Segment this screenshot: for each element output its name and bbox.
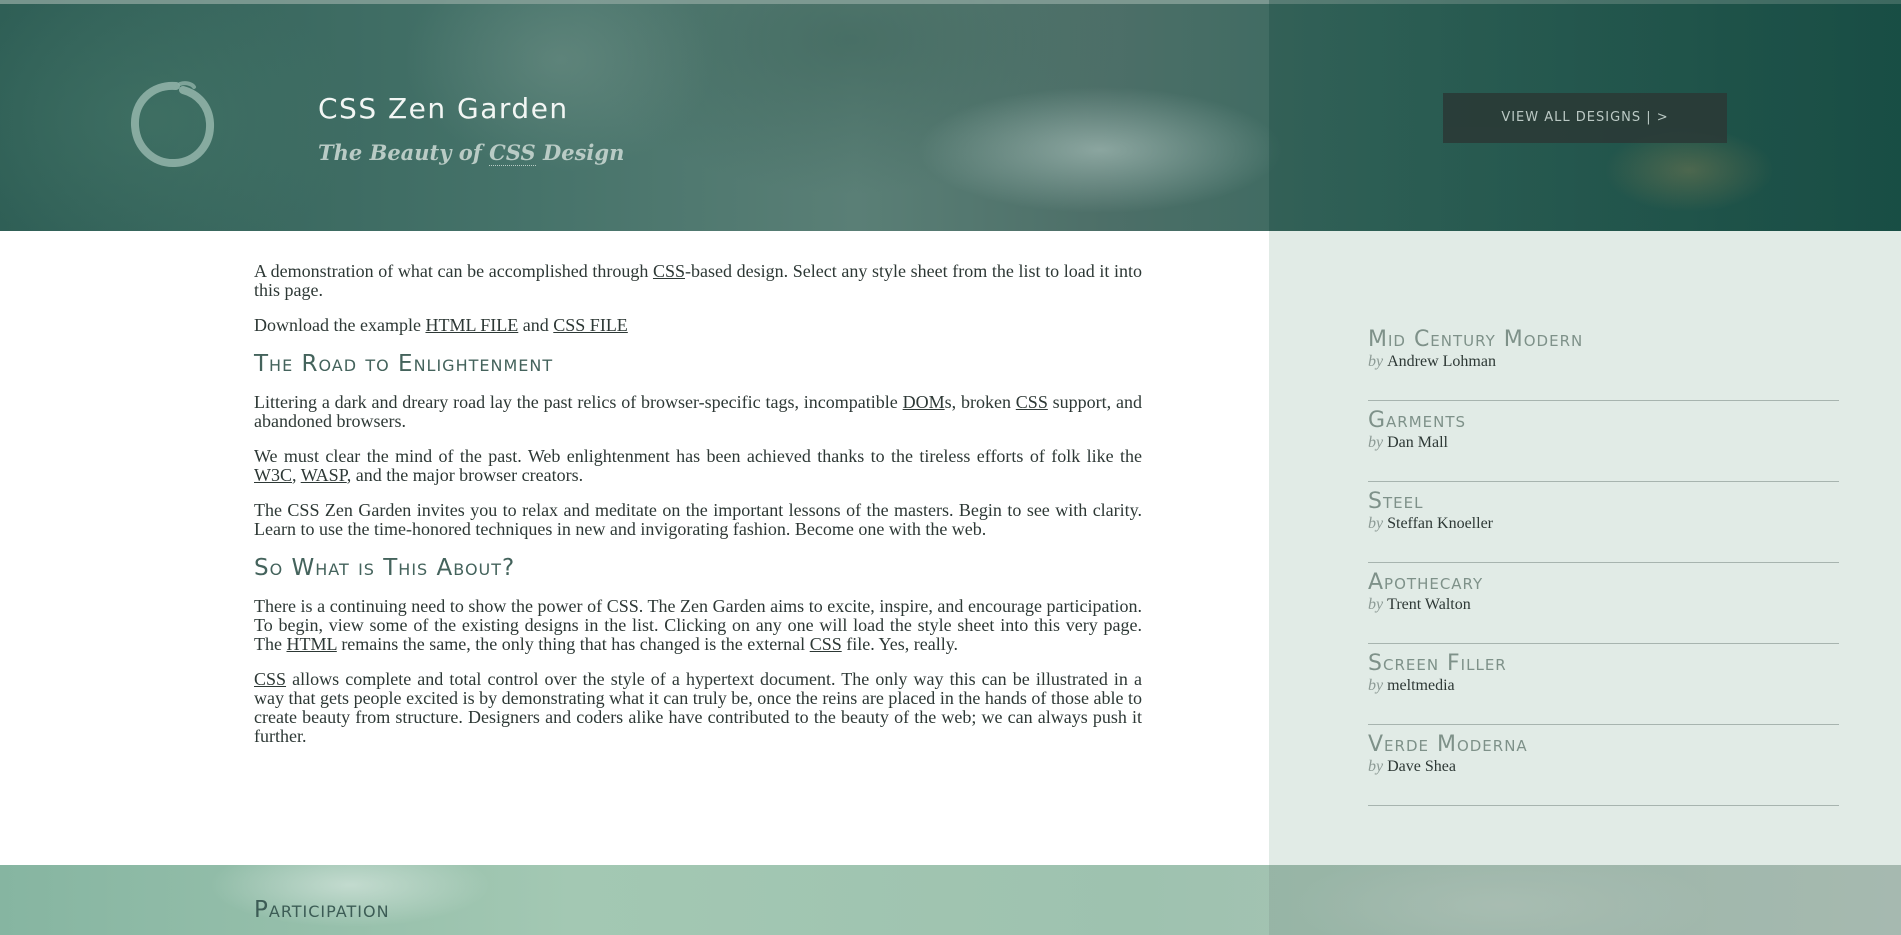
enso-circle-icon: [131, 81, 215, 167]
list-item: Garments by Dan Mall: [1368, 402, 1839, 482]
design-author: by Dan Mall: [1368, 434, 1839, 452]
by-label: by: [1368, 677, 1384, 694]
paragraph-text: allows complete and total control over t…: [254, 669, 1142, 746]
paragraph-text: We must clear the mind of the past. Web …: [254, 446, 1142, 466]
participation-heading: Participation: [254, 897, 390, 923]
by-label: by: [1368, 353, 1384, 370]
bottom-right-panel: [1269, 865, 1901, 935]
site-subtitle: The Beauty of CSS Design: [318, 140, 625, 166]
design-name-link[interactable]: Apothecary: [1368, 564, 1839, 595]
wasp-link[interactable]: WASP: [301, 465, 347, 485]
paragraph-text: , and the major browser creators.: [346, 465, 584, 485]
intro-paragraph: A demonstration of what can be accomplis…: [254, 262, 1142, 300]
about-paragraph: There is a continuing need to show the p…: [254, 597, 1142, 654]
design-author: by Trent Walton: [1368, 596, 1839, 614]
enlightenment-paragraph: Littering a dark and dreary road lay the…: [254, 393, 1142, 431]
list-item: Verde Moderna by Dave Shea: [1368, 726, 1839, 806]
list-item: Steel by Steffan Knoeller: [1368, 483, 1839, 563]
subtitle-post: Design: [535, 140, 625, 165]
css-link[interactable]: CSS: [254, 669, 286, 689]
author-link[interactable]: Steffan Knoeller: [1387, 515, 1493, 532]
author-link[interactable]: Dave Shea: [1387, 758, 1456, 775]
dom-link[interactable]: DOM: [903, 392, 945, 412]
design-name-link[interactable]: Steel: [1368, 483, 1839, 514]
subtitle-abbr: CSS: [489, 140, 536, 166]
enlightenment-paragraph: The CSS Zen Garden invites you to relax …: [254, 500, 1142, 539]
enlightenment-paragraph: We must clear the mind of the past. Web …: [254, 447, 1142, 485]
design-sidebar: Mid Century Modern by Andrew Lohman Garme…: [1269, 231, 1901, 865]
subtitle-pre: The Beauty of: [318, 140, 490, 165]
design-author: by meltmedia: [1368, 677, 1839, 695]
design-name-link[interactable]: Garments: [1368, 402, 1839, 433]
author-link[interactable]: Trent Walton: [1387, 596, 1471, 613]
paragraph-text: s, broken: [944, 392, 1016, 412]
css-file-link[interactable]: CSS FILE: [553, 315, 628, 335]
by-label: by: [1368, 596, 1384, 613]
about-paragraph: CSS allows complete and total control ov…: [254, 670, 1142, 746]
list-item: Apothecary by Trent Walton: [1368, 564, 1839, 644]
main-content: A demonstration of what can be accomplis…: [254, 262, 1142, 762]
by-label: by: [1368, 758, 1384, 775]
by-label: by: [1368, 434, 1384, 451]
page-header: CSS Zen Garden The Beauty of CSS Design …: [0, 0, 1901, 231]
download-text: and: [518, 315, 554, 335]
intro-text: A demonstration of what can be accomplis…: [254, 261, 653, 281]
css-link[interactable]: CSS: [810, 634, 842, 654]
download-text: Download the example: [254, 315, 426, 335]
paragraph-text: ,: [292, 465, 301, 485]
enlightenment-heading: The Road to Enlightenment: [254, 351, 554, 377]
by-label: by: [1368, 515, 1384, 532]
design-name-link[interactable]: Mid Century Modern: [1368, 321, 1839, 352]
html-file-link[interactable]: HTML FILE: [425, 315, 518, 335]
download-paragraph: Download the example HTML FILE and CSS F…: [254, 316, 1142, 335]
author-link[interactable]: Dan Mall: [1387, 434, 1448, 451]
site-title: CSS Zen Garden: [318, 92, 569, 125]
paragraph-text: file. Yes, really.: [841, 634, 959, 654]
css-link[interactable]: CSS: [653, 261, 685, 281]
participation-section: Participation: [0, 865, 1901, 935]
view-all-designs-button[interactable]: VIEW ALL DESIGNS | >: [1443, 93, 1727, 143]
html-link[interactable]: HTML: [286, 634, 336, 654]
paragraph-text: remains the same, the only thing that ha…: [336, 634, 810, 654]
design-author: by Dave Shea: [1368, 758, 1839, 776]
design-author: by Steffan Knoeller: [1368, 515, 1839, 533]
paragraph-text: Littering a dark and dreary road lay the…: [254, 392, 903, 412]
css-link[interactable]: CSS: [1016, 392, 1048, 412]
w3c-link[interactable]: W3C: [254, 465, 292, 485]
design-name-link[interactable]: Verde Moderna: [1368, 726, 1839, 757]
author-link[interactable]: meltmedia: [1387, 677, 1455, 694]
author-link[interactable]: Andrew Lohman: [1387, 353, 1496, 370]
list-item: Screen Filler by meltmedia: [1368, 645, 1839, 725]
design-name-link[interactable]: Screen Filler: [1368, 645, 1839, 676]
design-list: Mid Century Modern by Andrew Lohman Garme…: [1368, 321, 1839, 807]
about-heading: So What is This About?: [254, 555, 516, 581]
list-item: Mid Century Modern by Andrew Lohman: [1368, 321, 1839, 401]
design-author: by Andrew Lohman: [1368, 353, 1839, 371]
